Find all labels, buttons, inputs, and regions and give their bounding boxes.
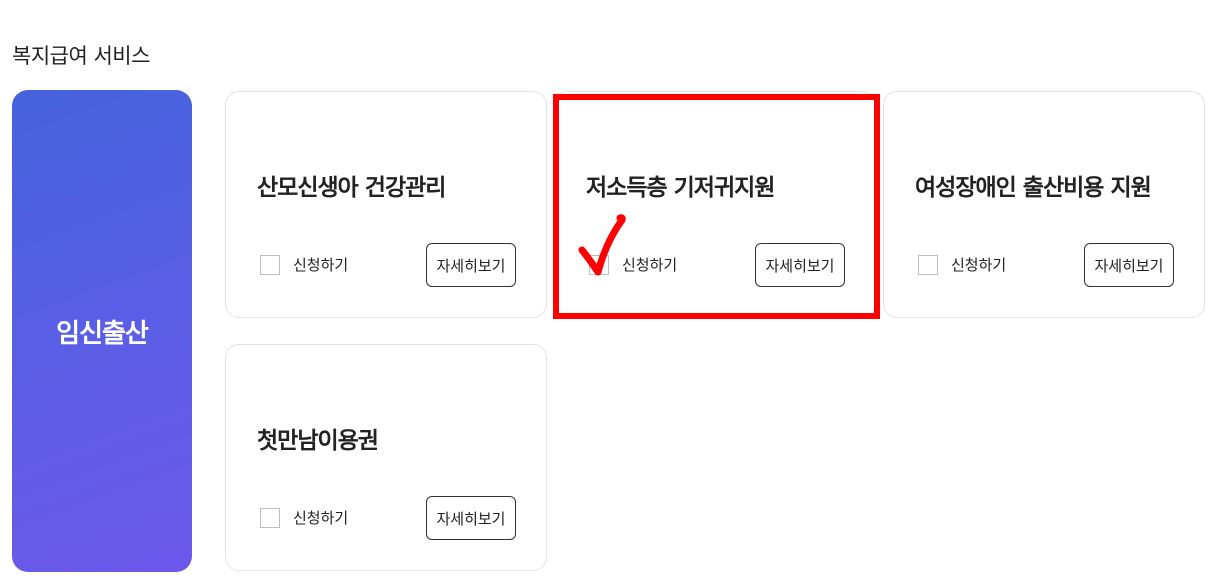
apply-checkbox[interactable] [589,254,609,275]
service-card: 산모신생아 건강관리 신청하기 자세히보기 [225,91,547,318]
apply-checkbox[interactable] [918,254,938,275]
apply-label: 신청하기 [293,509,349,527]
apply-label: 신청하기 [293,256,349,274]
service-card: 여성장애인 출산비용 지원 신청하기 자세히보기 [883,91,1205,318]
service-card: 첫만남이용권 신청하기 자세히보기 [225,344,547,571]
apply-option[interactable]: 신청하기 [589,254,677,275]
apply-option[interactable]: 신청하기 [260,507,348,528]
service-card: 저소득층 기저귀지원 신청하기 자세히보기 [554,91,876,318]
apply-option[interactable]: 신청하기 [260,254,348,275]
detail-button[interactable]: 자세히보기 [426,496,516,540]
category-label: 임신출산 [56,318,149,349]
category-panel[interactable]: 임신출산 [12,90,192,572]
detail-button[interactable]: 자세히보기 [755,243,845,287]
card-title: 여성장애인 출산비용 지원 [915,175,1152,201]
apply-label: 신청하기 [622,256,678,274]
detail-button[interactable]: 자세히보기 [426,243,516,287]
card-title: 첫만남이용권 [257,428,379,454]
card-title: 산모신생아 건강관리 [257,175,446,201]
apply-checkbox[interactable] [260,254,280,275]
detail-button[interactable]: 자세히보기 [1084,243,1174,287]
apply-label: 신청하기 [951,256,1007,274]
apply-checkbox[interactable] [260,507,280,528]
apply-option[interactable]: 신청하기 [918,254,1006,275]
section-title: 복지급여 서비스 [12,44,150,68]
card-title: 저소득층 기저귀지원 [586,175,775,201]
